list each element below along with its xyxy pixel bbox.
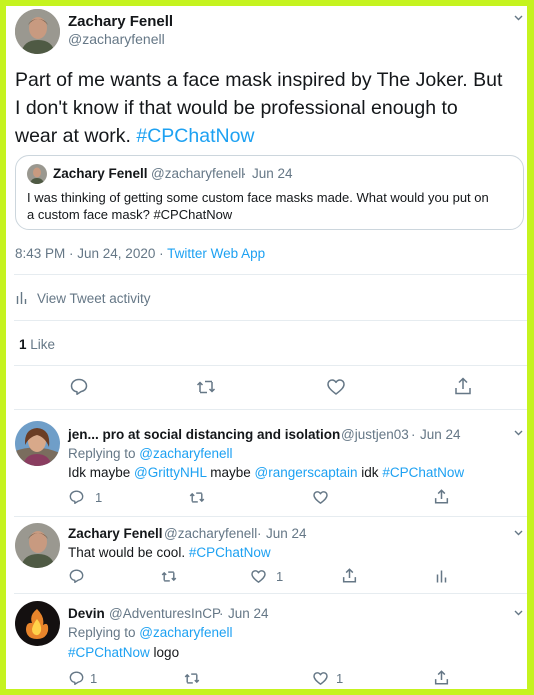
retweet-icon[interactable] [161,570,177,583]
hashtag-link[interactable]: #CPChatNow [136,125,254,147]
separator: · [411,427,416,442]
author-name[interactable]: Zachary Fenell [68,526,163,541]
reply-icon[interactable] [69,490,84,504]
hashtag-link[interactable]: #CPChatNow [189,545,271,560]
tweet-thread: Zachary Fenell @zacharyfenell Part of me… [6,6,527,689]
reply-count: 1 [95,490,103,505]
tweet-timestamp: 8:43 PM · Jun 24, 2020 · Twitter Web App [15,246,266,261]
likes-label: Like [30,337,56,352]
avatar[interactable] [15,601,60,646]
chevron-down-icon[interactable] [514,530,523,539]
replying-to: Replying to @zacharyfenell [68,625,233,640]
analytics-icon [16,292,27,304]
author-name[interactable]: Devin [68,606,105,621]
mention-link[interactable]: @rangerscaptain [255,465,358,480]
share-icon[interactable] [434,489,449,504]
author-name[interactable]: jen... pro at social distancing and isol… [68,427,340,442]
mention-link[interactable]: @GrittyNHL [134,465,206,480]
reply-tweet[interactable]: Devin @AdventuresInCP · Jun 24 Replying … [6,594,527,689]
avatar[interactable] [15,523,60,568]
reply-icon[interactable] [69,569,84,583]
quoted-text-line: a custom face mask? #CPChatNow [27,207,233,222]
reply-tweet[interactable]: Zachary Fenell @zacharyfenell · Jun 24 T… [6,517,527,593]
heart-icon[interactable] [313,672,328,685]
quoted-separator: · [242,166,247,181]
author-name[interactable]: Zachary Fenell [68,13,173,30]
retweet-icon[interactable] [184,672,200,685]
like-count: 1 [336,671,344,686]
divider [14,274,527,275]
avatar [27,164,47,184]
reply-date[interactable]: Jun 24 [228,606,269,621]
reply-text: That would be cool. #CPChatNow [68,545,271,560]
analytics-icon[interactable] [436,570,447,583]
mention-link[interactable]: @zacharyfenell [139,446,232,461]
reply-icon[interactable] [69,671,84,685]
share-icon[interactable] [434,670,449,685]
hashtag-link[interactable]: #CPChatNow [68,645,150,660]
quoted-tweet[interactable]: Zachary Fenell @zacharyfenell · Jun 24 I… [15,155,524,230]
hashtag-link[interactable]: #CPChatNow [382,465,464,480]
reply-count: 1 [90,671,98,686]
divider [14,320,527,321]
retweet-icon[interactable] [196,379,216,395]
view-activity-label: View Tweet activity [37,291,151,306]
replying-to: Replying to @zacharyfenell [68,446,233,461]
heart-icon[interactable] [251,570,266,583]
like-count: 1 [276,569,284,584]
chevron-down-icon[interactable] [514,15,523,24]
author-handle[interactable]: @zacharyfenell [68,31,165,47]
avatar[interactable] [15,9,60,54]
retweet-icon[interactable] [189,491,205,504]
separator: · [219,606,224,621]
quoted-text-line: I was thinking of getting some custom fa… [27,190,489,205]
heart-icon[interactable] [327,379,345,395]
chevron-down-icon[interactable] [514,610,523,619]
chevron-down-icon[interactable] [514,430,523,439]
mention-link[interactable]: @zacharyfenell [139,625,232,640]
divider [14,365,527,366]
author-handle[interactable]: @AdventuresInCP [109,606,221,621]
heart-icon[interactable] [313,491,328,504]
avatar[interactable] [15,421,60,466]
reply-tweet[interactable]: jen... pro at social distancing and isol… [6,410,527,516]
quoted-author-handle: @zacharyfenell [151,166,245,181]
tweet-source-link[interactable]: Twitter Web App [167,246,265,261]
author-handle[interactable]: @zacharyfenell [164,526,257,541]
share-icon[interactable] [454,377,472,395]
reply-icon[interactable] [70,378,88,395]
separator: · [257,526,262,541]
reply-date[interactable]: Jun 24 [420,427,461,442]
quoted-date: Jun 24 [252,166,293,181]
likes-stat[interactable]: 1 Like [19,337,55,352]
likes-count: 1 [19,337,27,352]
reply-text: Idk maybe @GrittyNHL maybe @rangerscapta… [68,465,465,480]
tweet-text: Part of me wants a face mask inspired by… [15,69,503,147]
reply-date[interactable]: Jun 24 [266,526,307,541]
author-handle[interactable]: @justjen03 [341,427,409,442]
quoted-author-name: Zachary Fenell [53,166,148,181]
share-icon[interactable] [342,568,357,583]
reply-text: #CPChatNow logo [68,645,180,660]
